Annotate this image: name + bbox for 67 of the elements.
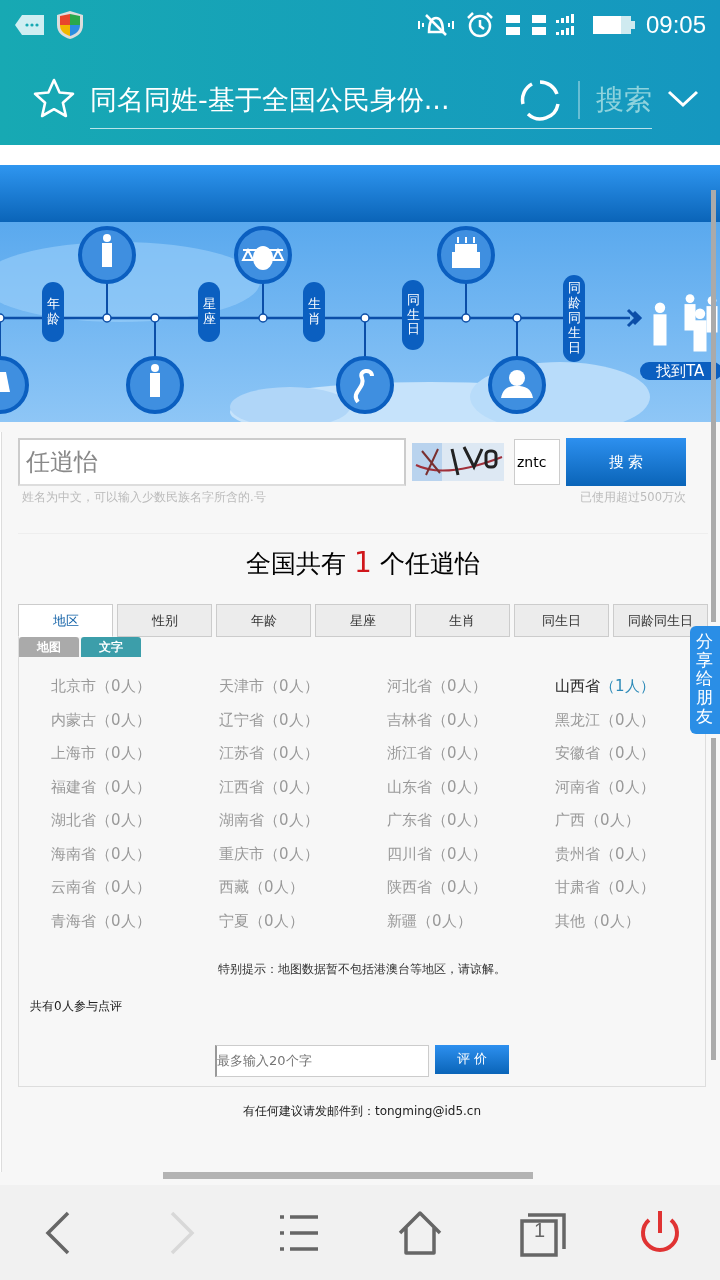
page-title[interactable]: 同名同姓-基于全国公民身份... xyxy=(90,82,502,118)
captcha-field[interactable]: zntc xyxy=(514,439,560,485)
region-item[interactable]: 湖北省（0人） xyxy=(51,811,151,834)
filter-tab[interactable]: 同生日 xyxy=(513,604,609,637)
timeline-label: 年龄 xyxy=(42,282,64,342)
region-item[interactable]: 新疆（0人） xyxy=(387,911,472,935)
region-item[interactable]: 浙江省（0人） xyxy=(387,744,487,767)
clock-time: 09:05 xyxy=(645,11,706,39)
region-item[interactable]: 陕西省（0人） xyxy=(387,878,487,901)
star-icon[interactable] xyxy=(32,76,76,119)
alarm-icon xyxy=(465,11,494,39)
timeline-label: 同龄同生日 xyxy=(563,275,585,362)
region-item[interactable]: 吉林省（0人） xyxy=(387,710,487,734)
vibrate-off-icon xyxy=(415,12,456,38)
filter-tab[interactable]: 生肖 xyxy=(414,604,510,637)
battery-icon xyxy=(591,13,636,37)
region-item[interactable]: 河北省（0人） xyxy=(387,677,487,700)
region-item[interactable]: 江苏省（0人） xyxy=(219,744,319,767)
region-item[interactable]: 内蒙古（0人） xyxy=(51,710,151,734)
timeline-label: 生肖 xyxy=(303,282,325,342)
name-field[interactable]: 任逍怡 xyxy=(18,438,406,486)
region-item[interactable]: 上海市（0人） xyxy=(51,744,151,767)
filter-tab[interactable]: 年龄 xyxy=(216,604,312,637)
region-item[interactable]: 甘肃省（0人） xyxy=(555,878,655,901)
review-field[interactable]: 最多输入20个字 xyxy=(215,1044,429,1077)
region-item[interactable]: 四川省（0人） xyxy=(387,844,487,868)
shield-icon xyxy=(56,10,84,40)
region-item[interactable]: 黑龙江（0人） xyxy=(555,710,655,734)
region-item[interactable]: 山东省（0人） xyxy=(387,777,487,801)
filter-tab[interactable]: 性别 xyxy=(117,604,213,637)
region-item[interactable]: 北京市（0人） xyxy=(51,677,151,700)
region-item[interactable]: 辽宁省（0人） xyxy=(219,710,319,734)
timeline-label: 星座 xyxy=(198,282,220,342)
region-item[interactable]: 福建省（0人） xyxy=(51,777,151,801)
region-item[interactable]: 天津市（0人） xyxy=(219,677,319,700)
region-item[interactable]: 重庆市（0人） xyxy=(219,844,319,868)
region-item[interactable]: 湖南省（0人） xyxy=(219,811,319,834)
search-link[interactable]: 搜索 xyxy=(578,81,652,119)
refresh-icon[interactable] xyxy=(518,78,562,122)
review-count: 共有0人参与点评 xyxy=(30,997,123,1015)
region-item[interactable]: 海南省（0人） xyxy=(51,844,151,868)
result-heading: 全国共有 1 个任逍怡 xyxy=(18,533,708,583)
timeline-label: 同生日 xyxy=(402,280,424,350)
region-item[interactable]: 山西省（1人） xyxy=(555,677,655,700)
find-label[interactable]: 找到TA xyxy=(640,362,720,380)
view-tab[interactable]: 地图 xyxy=(19,637,79,657)
review-button[interactable]: 评 价 xyxy=(435,1044,509,1074)
tab-count: 1 xyxy=(534,1218,546,1242)
region-item[interactable]: 广西（0人） xyxy=(555,811,640,834)
filter-tab[interactable]: 地区 xyxy=(18,604,114,637)
contact-text: 有任何建议请发邮件到：tongming@id5.cn xyxy=(241,1103,483,1120)
search-button[interactable]: 搜 索 xyxy=(566,438,686,486)
region-item[interactable]: 河南省（0人） xyxy=(555,777,655,801)
region-item[interactable]: 江西省（0人） xyxy=(219,777,319,801)
notice-text: 特别提示：地图数据暂不包括港澳台等地区，请谅解。 xyxy=(217,960,507,978)
region-item[interactable]: 广东省（0人） xyxy=(387,811,487,834)
message-icon xyxy=(14,13,46,37)
view-tab[interactable]: 文字 xyxy=(81,637,141,657)
region-item[interactable]: 青海省（0人） xyxy=(51,911,151,935)
filter-tab[interactable]: 星座 xyxy=(315,604,411,637)
region-item[interactable]: 其他（0人） xyxy=(555,911,640,935)
share-tab[interactable]: 分享给朋友 xyxy=(690,626,720,734)
region-item[interactable]: 安徽省（0人） xyxy=(555,744,655,767)
region-item[interactable]: 西藏（0人） xyxy=(219,878,304,901)
region-item[interactable]: 贵州省（0人） xyxy=(555,844,655,868)
region-item[interactable]: 云南省（0人） xyxy=(51,878,151,901)
region-item[interactable]: 宁夏（0人） xyxy=(219,911,304,935)
